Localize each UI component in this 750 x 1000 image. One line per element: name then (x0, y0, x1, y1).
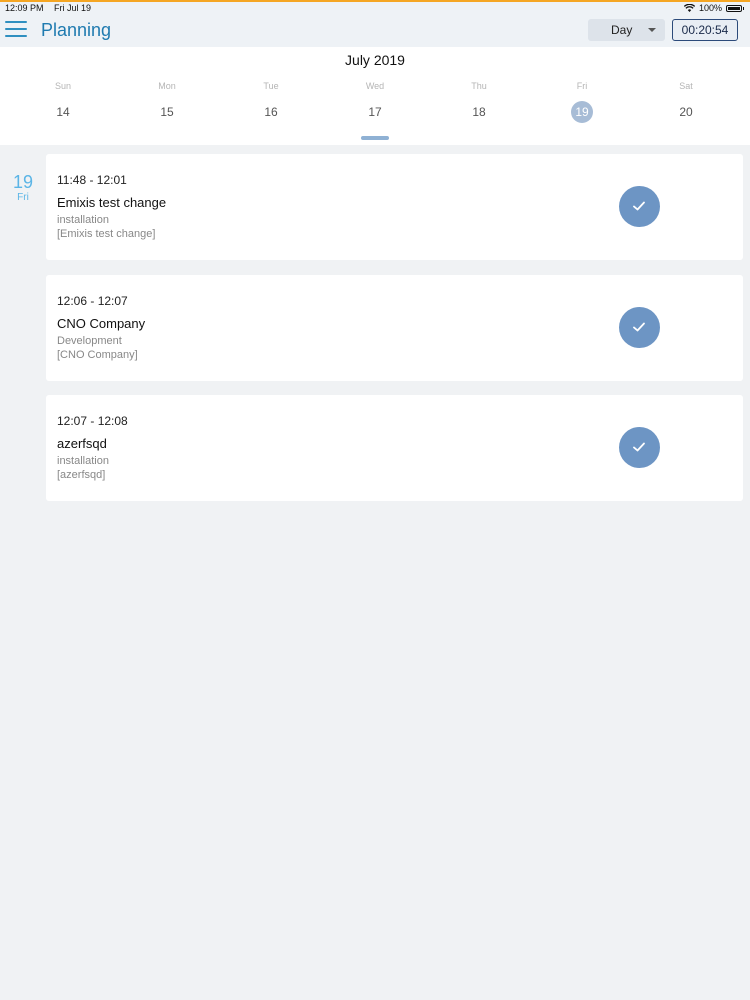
event-reference: [azerfsqd] (57, 469, 106, 481)
view-mode-select[interactable]: Day (588, 19, 665, 41)
event-time: 12:07 - 12:08 (57, 414, 128, 428)
event-title: Emixis test change (57, 195, 167, 210)
event-card[interactable]: 12:07 - 12:08 azerfsqd installation [aze… (46, 395, 743, 501)
complete-check-button[interactable] (619, 427, 660, 468)
event-reference: [CNO Company] (57, 349, 138, 361)
day-name: Mon (158, 81, 176, 91)
event-title: azerfsqd (57, 436, 107, 451)
view-mode-value: Day (611, 23, 633, 37)
event-time: 12:06 - 12:07 (57, 294, 128, 308)
event-type: Development (57, 335, 122, 347)
timer-button[interactable]: 00:20:54 (672, 19, 738, 41)
day-sun[interactable]: Sun 14 (33, 81, 93, 123)
agenda-date-number: 19 (12, 172, 34, 192)
complete-check-button[interactable] (619, 307, 660, 348)
status-bar: 12:09 PM Fri Jul 19 100% (0, 0, 750, 15)
agenda-date-weekday: Fri (17, 192, 29, 203)
day-name: Sat (679, 81, 693, 91)
day-sat[interactable]: Sat 20 (656, 81, 716, 123)
day-name: Tue (263, 81, 279, 91)
week-calendar: July 2019 Sun 14 Mon 15 Tue 16 Wed 17 Th… (0, 47, 750, 145)
day-number: 14 (56, 105, 70, 119)
checkmark-icon (633, 201, 645, 211)
selected-day-number: 19 (571, 101, 593, 123)
event-type: installation (57, 455, 109, 467)
event-type: installation (57, 214, 109, 226)
day-thu[interactable]: Thu 18 (449, 81, 509, 123)
dropdown-caret-icon (648, 28, 656, 32)
day-name: Fri (576, 81, 588, 91)
event-reference: [Emixis test change] (57, 228, 156, 240)
event-title: CNO Company (57, 316, 146, 331)
day-name: Sun (54, 81, 71, 91)
battery-icon (726, 4, 742, 12)
day-number: 16 (264, 105, 278, 119)
day-name: Wed (365, 81, 385, 91)
day-number: 20 (679, 105, 693, 119)
day-name: Thu (471, 81, 487, 91)
day-fri[interactable]: Fri 19 (552, 81, 612, 123)
hamburger-menu-icon[interactable] (5, 21, 27, 37)
day-mon[interactable]: Mon 15 (137, 81, 197, 123)
wifi-icon (683, 4, 695, 12)
status-date: Fri Jul 19 (54, 3, 92, 13)
calendar-drag-handle[interactable] (361, 136, 389, 140)
day-number: 17 (368, 105, 382, 119)
event-card[interactable]: 11:48 - 12:01 Emixis test change install… (46, 154, 743, 260)
day-wed[interactable]: Wed 17 (345, 81, 405, 123)
checkmark-icon (633, 442, 645, 452)
status-time: 12:09 PM (5, 3, 44, 13)
day-tue[interactable]: Tue 16 (241, 81, 301, 123)
page-title: Planning (41, 20, 112, 40)
event-card[interactable]: 12:06 - 12:07 CNO Company Development [C… (46, 275, 743, 381)
complete-check-button[interactable] (619, 186, 660, 227)
checkmark-icon (633, 322, 645, 332)
event-time: 11:48 - 12:01 (57, 173, 127, 187)
month-title: July 2019 (345, 52, 405, 68)
app-bar: Planning Day 00:20:54 (0, 15, 750, 47)
battery-percent: 100% (698, 3, 722, 13)
agenda-date-label: 19 Fri (8, 172, 38, 203)
day-number: 15 (160, 105, 174, 119)
day-number: 18 (472, 105, 486, 119)
